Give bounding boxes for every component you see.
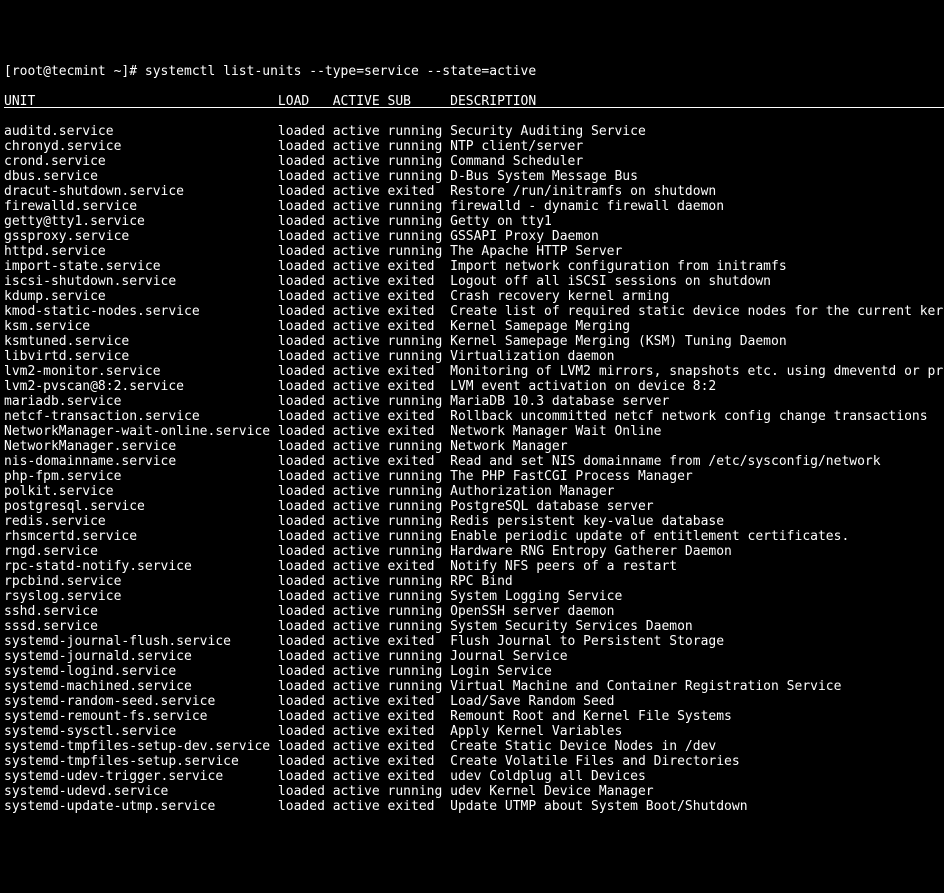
- service-row: polkit.service loaded active running Aut…: [4, 484, 940, 499]
- service-row: nis-domainname.service loaded active exi…: [4, 454, 940, 469]
- service-row: systemd-sysctl.service loaded active exi…: [4, 724, 940, 739]
- service-row: auditd.service loaded active running Sec…: [4, 124, 940, 139]
- service-row: kmod-static-nodes.service loaded active …: [4, 304, 940, 319]
- service-row: mariadb.service loaded active running Ma…: [4, 394, 940, 409]
- service-row: NetworkManager-wait-online.service loade…: [4, 424, 940, 439]
- service-row: firewalld.service loaded active running …: [4, 199, 940, 214]
- service-row: crond.service loaded active running Comm…: [4, 154, 940, 169]
- service-row: ksmtuned.service loaded active running K…: [4, 334, 940, 349]
- service-row: rsyslog.service loaded active running Sy…: [4, 589, 940, 604]
- service-row: dbus.service loaded active running D-Bus…: [4, 169, 940, 184]
- service-row: rpc-statd-notify.service loaded active e…: [4, 559, 940, 574]
- service-row: php-fpm.service loaded active running Th…: [4, 469, 940, 484]
- service-row: lvm2-monitor.service loaded active exite…: [4, 364, 940, 379]
- service-row: systemd-udevd.service loaded active runn…: [4, 784, 940, 799]
- service-row: import-state.service loaded active exite…: [4, 259, 940, 274]
- shell-prompt[interactable]: [root@tecmint ~]# systemctl list-units -…: [4, 64, 940, 79]
- service-row: NetworkManager.service loaded active run…: [4, 439, 940, 454]
- service-row: lvm2-pvscan@8:2.service loaded active ex…: [4, 379, 940, 394]
- service-row: rpcbind.service loaded active running RP…: [4, 574, 940, 589]
- service-row: sssd.service loaded active running Syste…: [4, 619, 940, 634]
- service-row: systemd-tmpfiles-setup-dev.service loade…: [4, 739, 940, 754]
- service-row: systemd-remount-fs.service loaded active…: [4, 709, 940, 724]
- service-row: dracut-shutdown.service loaded active ex…: [4, 184, 940, 199]
- service-row: systemd-journal-flush.service loaded act…: [4, 634, 940, 649]
- service-row: systemd-tmpfiles-setup.service loaded ac…: [4, 754, 940, 769]
- service-row: systemd-machined.service loaded active r…: [4, 679, 940, 694]
- service-row: iscsi-shutdown.service loaded active exi…: [4, 274, 940, 289]
- service-row: gssproxy.service loaded active running G…: [4, 229, 940, 244]
- service-row: rhsmcertd.service loaded active running …: [4, 529, 940, 544]
- service-row: libvirtd.service loaded active running V…: [4, 349, 940, 364]
- service-row: getty@tty1.service loaded active running…: [4, 214, 940, 229]
- column-headers: UNIT LOAD ACTIVE SUB DESCRIPTION: [4, 94, 940, 109]
- service-list: auditd.service loaded active running Sec…: [4, 124, 940, 814]
- service-row: postgresql.service loaded active running…: [4, 499, 940, 514]
- service-row: rngd.service loaded active running Hardw…: [4, 544, 940, 559]
- service-row: kdump.service loaded active exited Crash…: [4, 289, 940, 304]
- service-row: netcf-transaction.service loaded active …: [4, 409, 940, 424]
- service-row: redis.service loaded active running Redi…: [4, 514, 940, 529]
- service-row: systemd-udev-trigger.service loaded acti…: [4, 769, 940, 784]
- service-row: systemd-random-seed.service loaded activ…: [4, 694, 940, 709]
- service-row: sshd.service loaded active running OpenS…: [4, 604, 940, 619]
- service-row: httpd.service loaded active running The …: [4, 244, 940, 259]
- service-row: systemd-journald.service loaded active r…: [4, 649, 940, 664]
- service-row: ksm.service loaded active exited Kernel …: [4, 319, 940, 334]
- service-row: chronyd.service loaded active running NT…: [4, 139, 940, 154]
- service-row: systemd-logind.service loaded active run…: [4, 664, 940, 679]
- service-row: systemd-update-utmp.service loaded activ…: [4, 799, 940, 814]
